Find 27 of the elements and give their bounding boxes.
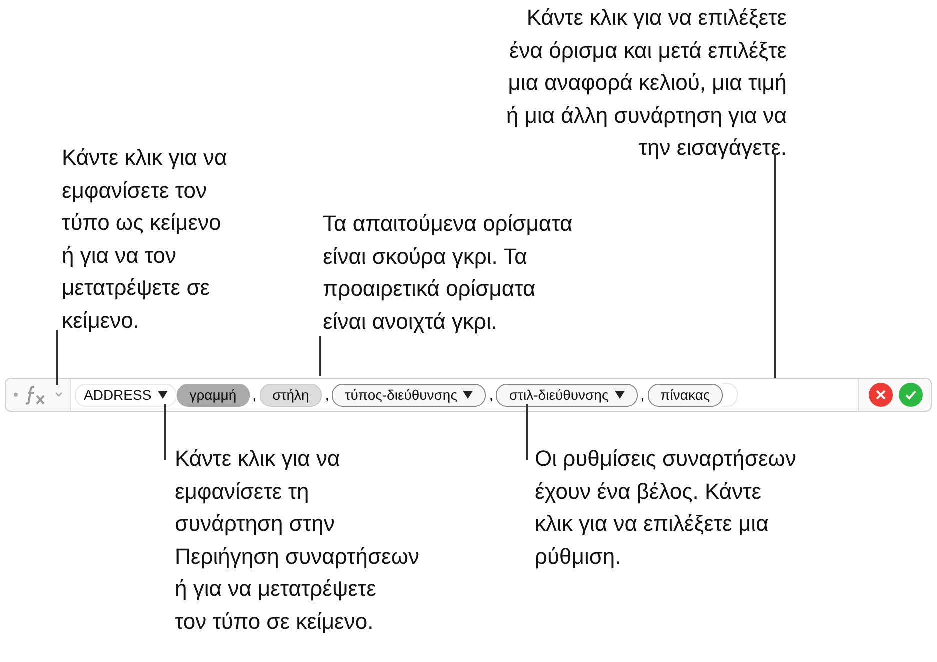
callout-text: Οι ρυθμίσεις συναρτήσεων έχουν ένα βέλος. Κάντε κλικ για να επιλέξετε μια ρύθμιση. bbox=[535, 445, 796, 571]
argument-token[interactable]: γραμμή bbox=[176, 384, 250, 406]
callout-text: Κάντε κλικ για να επιλέξετε ένα όρισμα και μετά επιλέξτε μια αναφορά κελιού, μια τιμή ή μια άλλη συνάρτηση για να την εισαγάγετε. bbox=[506, 4, 787, 162]
ghost-token bbox=[723, 383, 738, 407]
close-icon bbox=[875, 389, 887, 401]
argument-token[interactable]: στιλ-διεύθυνσης bbox=[496, 384, 638, 406]
checkmark-icon bbox=[905, 389, 917, 401]
callout-text: Κάντε κλικ για να εμφανίσετε τη συνάρτηση στην Περιήγηση συναρτήσεων ή για να μετατρέψετε τον τύπο σε κείμενο. bbox=[175, 445, 420, 636]
leader-line bbox=[319, 336, 320, 376]
function-icon[interactable] bbox=[25, 385, 47, 405]
cancel-button[interactable] bbox=[869, 383, 893, 407]
chevron-icon[interactable] bbox=[54, 391, 64, 399]
argument-token[interactable]: στήλη bbox=[260, 384, 322, 406]
leader-line bbox=[526, 404, 528, 460]
callout-text: Τα απαιτούμενα ορίσματα είναι σκούρα γκρι. Τα προαιρετικά ορίσματα είναι ανοιχτά γκρι. bbox=[323, 210, 573, 336]
argument-token[interactable]: τύπος-διεύθυνσης bbox=[332, 384, 486, 406]
leader-line bbox=[56, 330, 58, 385]
separator: , bbox=[252, 387, 257, 403]
callout-text: Κάντε κλικ για να εμφανίσετε τον τύπο ως κείμενο ή για να τον μετατρέψετε σε κείμενο. bbox=[62, 144, 228, 334]
separator: , bbox=[640, 387, 645, 403]
argument-token[interactable]: πίνακας bbox=[648, 384, 724, 406]
separator: , bbox=[325, 387, 330, 403]
accept-button[interactable] bbox=[899, 383, 923, 407]
leader-line bbox=[164, 404, 166, 460]
handle-icon[interactable] bbox=[14, 393, 18, 397]
function-token[interactable]: ADDRESS bbox=[75, 384, 177, 406]
separator: , bbox=[489, 387, 494, 403]
